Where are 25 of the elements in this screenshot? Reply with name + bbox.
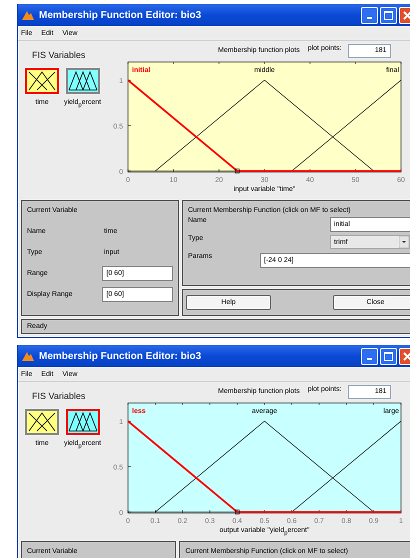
window-title: Membership Function Editor: bio3: [39, 10, 202, 20]
membership-curve[interactable]: [292, 80, 402, 172]
membership-function-icon[interactable]: [66, 68, 100, 94]
membership-curve[interactable]: [127, 420, 401, 513]
membership-function-icon[interactable]: [25, 409, 59, 435]
dropdown-arrow-icon: [399, 236, 409, 248]
maximize-icon: [384, 10, 393, 20]
maximize-button[interactable]: [380, 348, 397, 364]
membership-curve[interactable]: [292, 420, 402, 512]
fis-variables-label: FIS Variables: [32, 50, 86, 60]
fis-variables-label: FIS Variables: [32, 391, 86, 401]
minimize-button[interactable]: [361, 6, 378, 24]
maximize-button[interactable]: [380, 6, 397, 24]
maximize-icon: [384, 352, 393, 360]
close-icon: [403, 352, 410, 360]
vertex-handle[interactable]: [234, 510, 240, 514]
minimize-button[interactable]: [361, 348, 378, 364]
membership-function-icon[interactable]: [25, 68, 59, 94]
close-icon: [403, 10, 410, 20]
membership-function-icon[interactable]: [66, 409, 100, 435]
window-title: Membership Function Editor: bio3: [39, 350, 202, 362]
membership-curve[interactable]: [127, 79, 401, 172]
membership-curve[interactable]: [155, 420, 374, 512]
membership-curve[interactable]: [155, 80, 374, 172]
vertex-handle[interactable]: [234, 168, 240, 174]
